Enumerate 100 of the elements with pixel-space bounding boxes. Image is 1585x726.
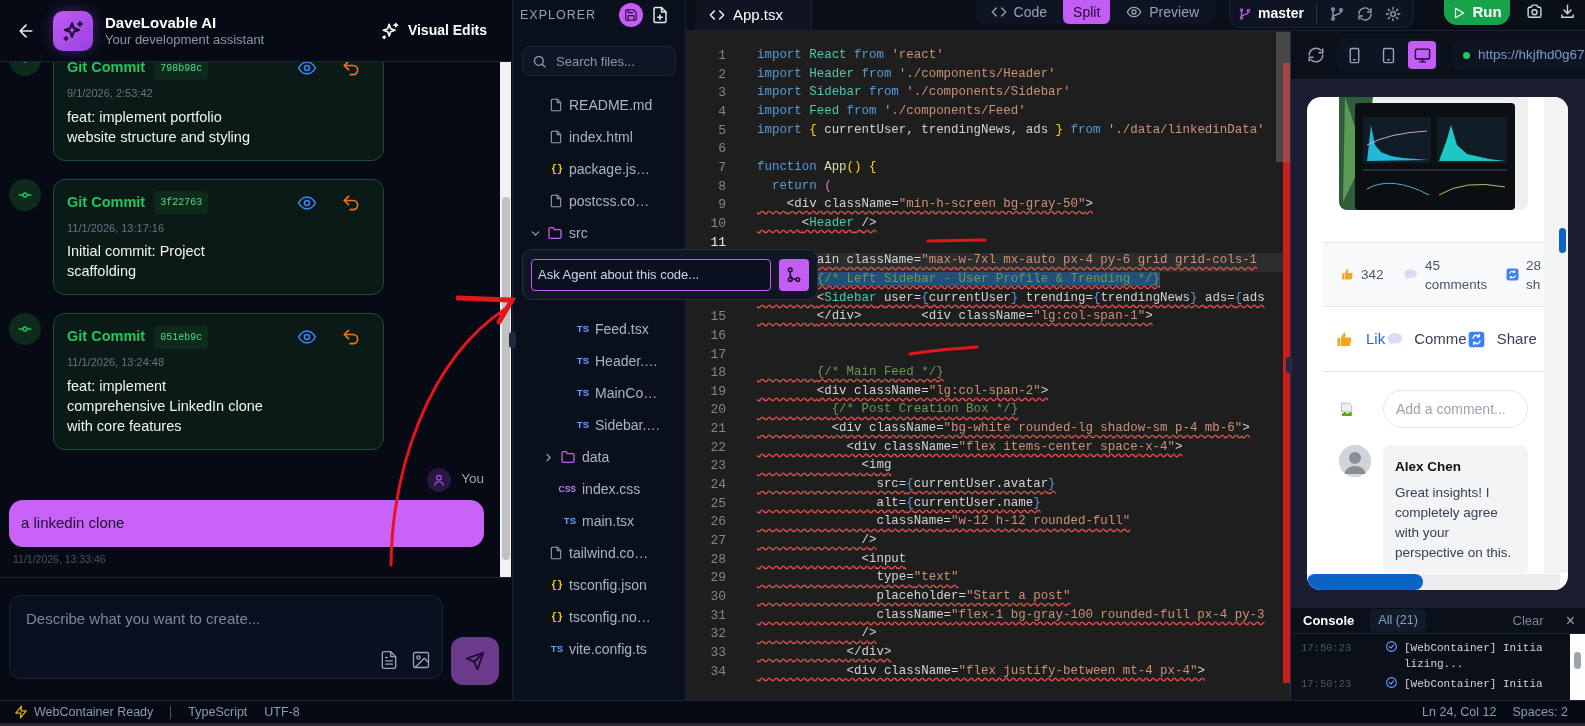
agent-button[interactable] bbox=[779, 258, 809, 291]
resize-handle[interactable] bbox=[509, 332, 516, 348]
file-item[interactable]: tailwind.co… bbox=[513, 537, 685, 569]
status-dot bbox=[1463, 51, 1470, 59]
comment-count: 45 comments bbox=[1425, 256, 1489, 294]
line-number: 21 bbox=[709, 421, 726, 439]
line-number: 22 bbox=[709, 439, 726, 457]
file-item[interactable]: TS Sidebar.… bbox=[513, 409, 685, 441]
clear-button[interactable]: Clear bbox=[1512, 610, 1544, 631]
folder-icon bbox=[560, 449, 576, 465]
file-item[interactable]: {} package.js… bbox=[513, 153, 685, 185]
reload-button[interactable] bbox=[1307, 46, 1325, 64]
line-number: 34 bbox=[709, 663, 726, 681]
agent-input[interactable]: Ask Agent about this code... bbox=[531, 258, 772, 291]
share-button[interactable]: Share bbox=[1496, 327, 1537, 351]
lightning-icon bbox=[14, 705, 28, 719]
commit-hash: 798b98c bbox=[154, 62, 209, 80]
search-field[interactable]: Search files... bbox=[522, 46, 676, 76]
code-line: import Feed from './components/Feed' bbox=[757, 103, 1027, 120]
underline-annotation bbox=[908, 345, 979, 356]
settings-button[interactable] bbox=[1385, 5, 1401, 22]
sync-button[interactable] bbox=[1357, 5, 1373, 22]
send-button[interactable] bbox=[451, 637, 499, 685]
file-item[interactable]: TS main.tsx bbox=[513, 505, 685, 537]
commit-time: 11/1/2026, 13:24:48 bbox=[67, 355, 166, 370]
settings-icon bbox=[1385, 5, 1401, 22]
folder-item[interactable]: data bbox=[513, 441, 685, 473]
comment-input[interactable]: Add a comment... bbox=[1383, 390, 1528, 428]
line-number: 31 bbox=[709, 607, 726, 625]
file-type-icon: TS bbox=[563, 513, 576, 529]
file-item[interactable]: postcss.co… bbox=[513, 185, 685, 217]
message-time: 11/1/2026, 13:33:46 bbox=[12, 551, 107, 567]
line-number: 8 bbox=[717, 178, 726, 196]
visual-edits-button[interactable]: Visual Edits bbox=[379, 20, 487, 41]
eye-icon bbox=[297, 62, 317, 78]
file-item[interactable]: TS Feed.tsx bbox=[513, 313, 685, 345]
file-item[interactable]: TS Header.… bbox=[513, 345, 685, 377]
view-mode-tab[interactable]: Code bbox=[980, 0, 1058, 24]
code-line: return ( bbox=[770, 178, 833, 195]
check-circle-icon bbox=[1385, 640, 1398, 653]
resize-handle[interactable] bbox=[1286, 357, 1293, 373]
line-number: 32 bbox=[709, 626, 726, 644]
line-number: 18 bbox=[709, 365, 726, 383]
attach-file-button[interactable] bbox=[379, 650, 399, 670]
code-line: import Sidebar from './components/Sidebar' bbox=[757, 85, 1072, 102]
folder-item[interactable]: src bbox=[513, 217, 685, 249]
like-button[interactable]: Lik bbox=[1366, 327, 1386, 351]
branches-button[interactable] bbox=[1329, 5, 1345, 22]
branch-icon bbox=[1329, 5, 1345, 22]
view-mode-tab[interactable]: Split bbox=[1063, 0, 1111, 24]
status-text: Ln 24, Col 12 bbox=[1422, 703, 1497, 721]
commit-title: Git Commit bbox=[67, 62, 146, 78]
line-number: 27 bbox=[709, 533, 726, 551]
download-icon bbox=[1559, 3, 1576, 20]
folder-icon bbox=[547, 225, 563, 241]
scrollbar-thumb[interactable] bbox=[1559, 228, 1566, 253]
sparkle-icon bbox=[379, 20, 400, 41]
repeat-icon bbox=[1506, 268, 1519, 281]
code-line: placeholder="Start a post" bbox=[875, 589, 1072, 606]
file-item[interactable]: index.html bbox=[513, 121, 685, 153]
code-line: alt={currentUser.name} bbox=[875, 495, 1042, 512]
scrollbar-thumb[interactable] bbox=[1574, 652, 1581, 669]
message-input[interactable]: Describe what you want to create... bbox=[9, 595, 443, 679]
file-item[interactable]: TS vite.config.ts bbox=[513, 633, 685, 665]
file-type-icon: TS bbox=[576, 321, 589, 337]
file-item[interactable]: {} tsconfig.json bbox=[513, 569, 685, 601]
close-button[interactable]: × bbox=[1565, 612, 1575, 629]
desktop-icon bbox=[1413, 46, 1431, 64]
scrollbar-thumb[interactable] bbox=[1276, 32, 1290, 162]
code-line: </div> bbox=[845, 645, 893, 661]
commit-title: Git Commit bbox=[67, 327, 146, 347]
screenshot-button[interactable] bbox=[1526, 3, 1543, 20]
underline-annotation bbox=[926, 238, 987, 243]
author-name: You bbox=[461, 470, 484, 489]
file-item[interactable]: TS MainCo… bbox=[513, 377, 685, 409]
code-line: function App() { bbox=[757, 159, 878, 176]
view-mode-tab[interactable]: Preview bbox=[1116, 0, 1210, 24]
attach-image-button[interactable] bbox=[411, 650, 431, 670]
file-item[interactable]: CSS index.css bbox=[513, 473, 685, 505]
file-item[interactable]: README.md bbox=[513, 89, 685, 121]
scrollbar-thumb[interactable] bbox=[502, 197, 510, 560]
save-icon bbox=[624, 8, 638, 22]
save-button[interactable] bbox=[619, 3, 643, 27]
file-item[interactable]: {} tsconfig.no… bbox=[513, 601, 685, 633]
line-number: 29 bbox=[709, 570, 726, 588]
commit-hash: 3f22763 bbox=[154, 191, 209, 214]
file-icon bbox=[549, 130, 563, 144]
url-field[interactable]: https://hkjfhd0g67 bbox=[1451, 40, 1585, 70]
avatar bbox=[1339, 445, 1371, 477]
file-tab[interactable]: App.tsx bbox=[695, 0, 812, 30]
status-text: TypeScript bbox=[170, 705, 248, 719]
device-toggle[interactable] bbox=[1408, 41, 1436, 69]
line-number: 4 bbox=[717, 103, 726, 121]
comment-button[interactable]: Comme bbox=[1414, 327, 1467, 351]
line-number: 5 bbox=[717, 122, 726, 140]
scrollbar-thumb[interactable] bbox=[1307, 574, 1423, 590]
filter-tab[interactable]: All (21) bbox=[1370, 609, 1426, 632]
line-number: 25 bbox=[709, 495, 726, 513]
speech-bubble-icon bbox=[1403, 267, 1418, 282]
download-button[interactable] bbox=[1559, 3, 1576, 20]
